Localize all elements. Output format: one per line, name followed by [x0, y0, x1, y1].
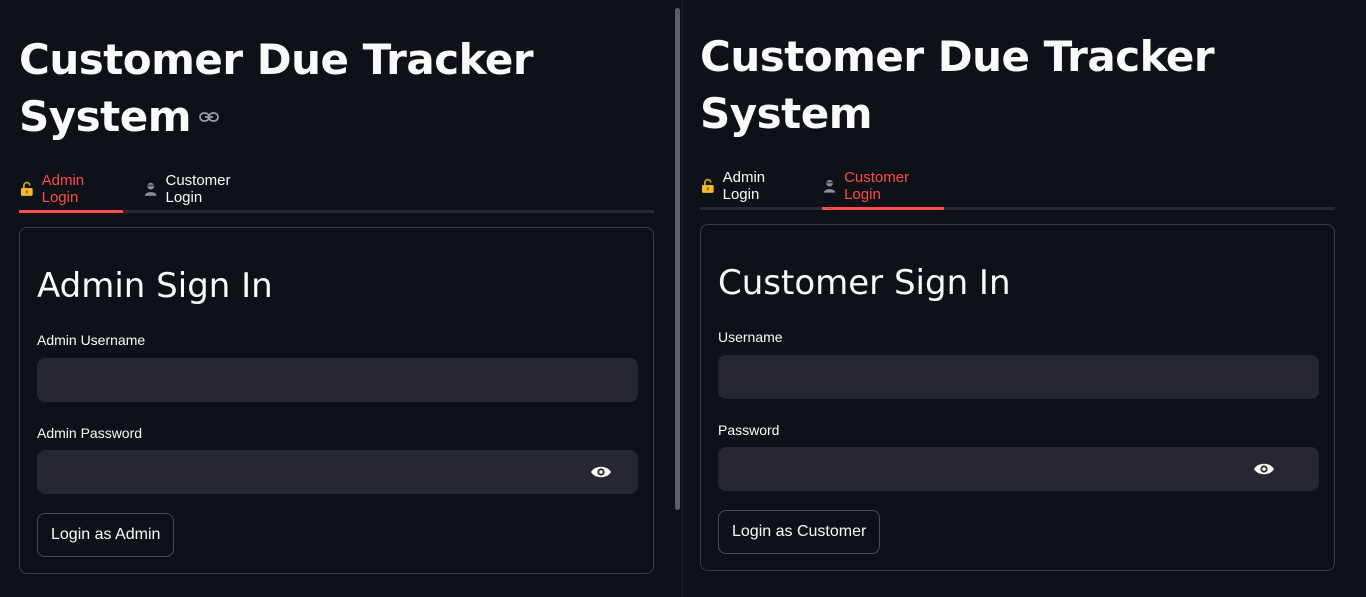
admin-login-pane: Customer Due Tracker System Admin Login …	[0, 0, 682, 597]
page-title-text: Customer Due Tracker System	[19, 35, 534, 141]
page-title: Customer Due Tracker System	[700, 32, 1215, 138]
admin-password-input[interactable]	[37, 450, 638, 494]
customer-sign-in-card: Customer Sign In Username Password Login…	[700, 224, 1335, 571]
login-tabs: Admin Login Customer Login	[19, 168, 654, 213]
tab-label: Admin Login	[41, 172, 85, 206]
admin-sign-in-card: Admin Sign In Admin Username Admin Passw…	[19, 227, 654, 574]
page-title: Customer Due Tracker System	[19, 31, 539, 145]
show-password-eye-icon[interactable]	[1253, 462, 1275, 476]
scrollbar[interactable]	[675, 8, 680, 510]
link-icon[interactable]	[199, 111, 219, 123]
unlocked-padlock-icon	[20, 181, 33, 196]
login-tabs: Admin Login Customer Login	[700, 165, 1335, 210]
card-heading: Customer Sign In	[718, 263, 1011, 303]
tab-admin-login[interactable]: Admin Login	[19, 168, 123, 213]
tab-label: Customer Login	[165, 172, 231, 206]
tab-label: Customer Login	[844, 169, 910, 203]
username-label: Username	[718, 329, 783, 345]
password-label: Password	[718, 422, 780, 438]
person-bust-icon	[823, 179, 836, 193]
tab-label: Admin Login	[722, 169, 766, 203]
admin-username-input[interactable]	[37, 358, 638, 402]
unlocked-padlock-icon	[701, 178, 714, 193]
tab-admin-login[interactable]: Admin Login	[700, 165, 804, 207]
login-as-customer-button[interactable]: Login as Customer	[718, 510, 881, 554]
admin-username-label: Admin Username	[37, 332, 146, 348]
person-bust-icon	[144, 182, 157, 196]
login-as-admin-button[interactable]: Login as Admin	[37, 513, 175, 557]
show-password-eye-icon[interactable]	[590, 465, 612, 479]
password-input[interactable]	[718, 447, 1319, 491]
customer-login-pane: Customer Due Tracker System Admin Login …	[683, 0, 1366, 597]
tab-customer-login[interactable]: Customer Login	[143, 168, 268, 210]
card-heading: Admin Sign In	[37, 266, 273, 306]
admin-password-label: Admin Password	[37, 425, 143, 441]
tab-customer-login[interactable]: Customer Login	[822, 165, 944, 210]
username-input[interactable]	[718, 355, 1319, 399]
